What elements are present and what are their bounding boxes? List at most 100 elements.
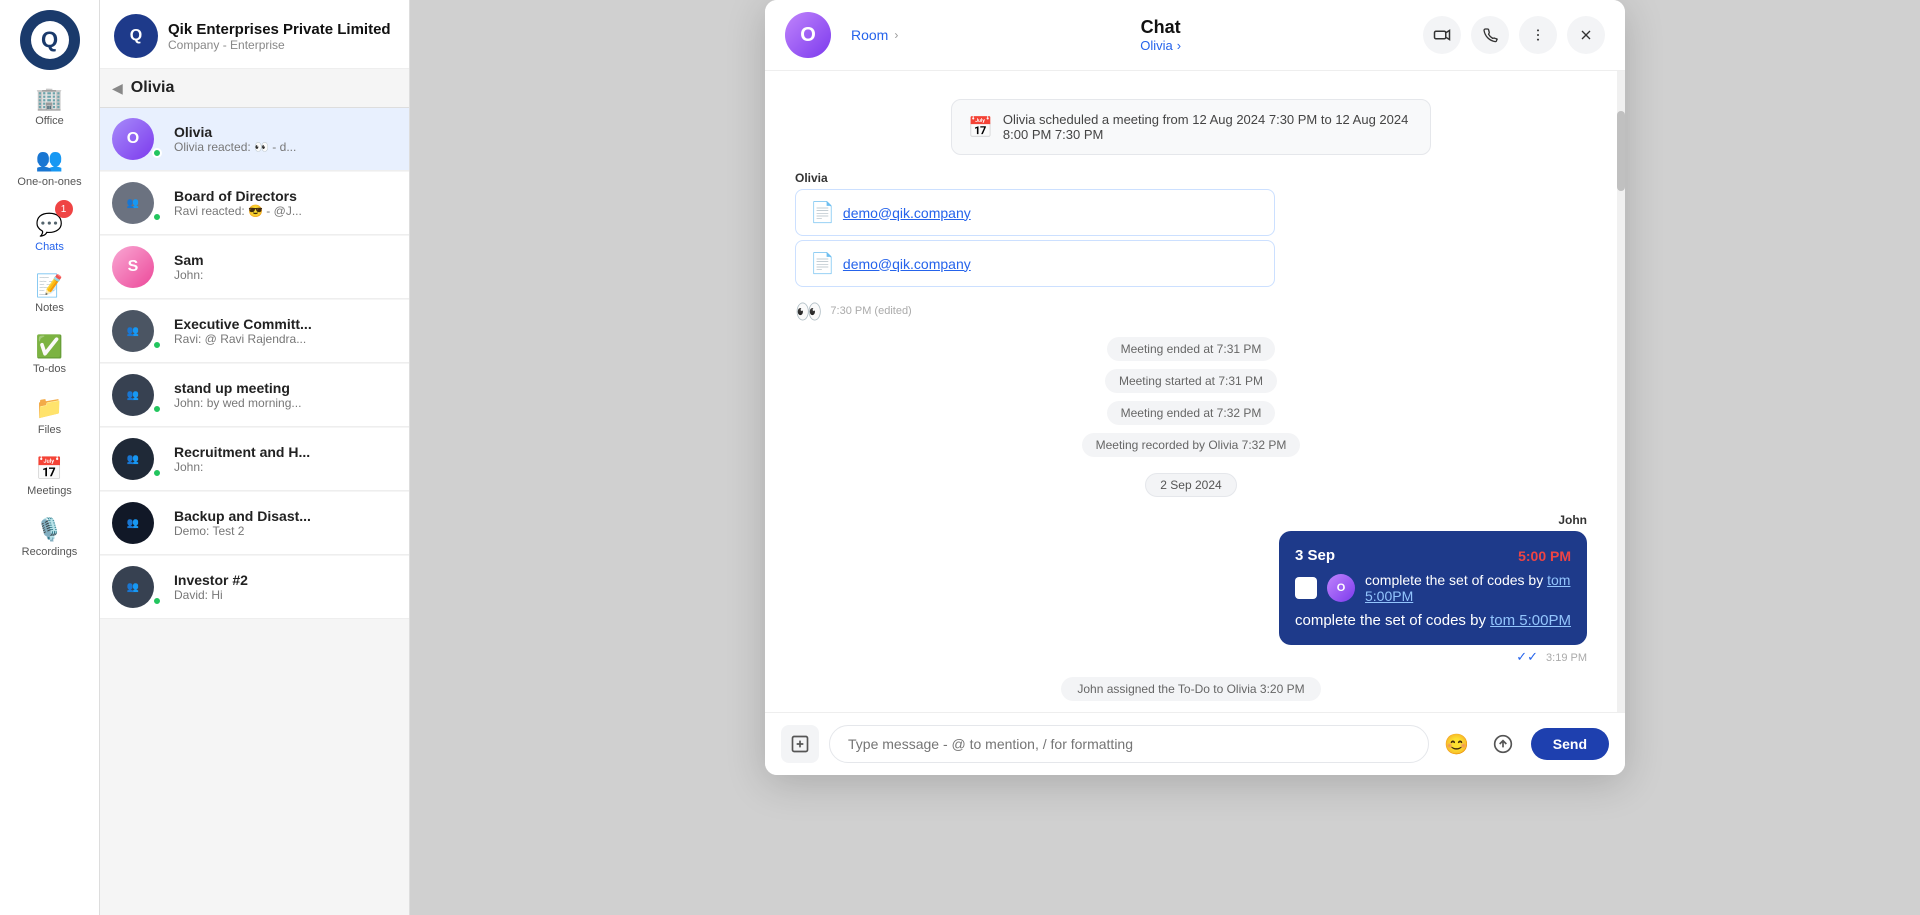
chat-subtitle[interactable]: Olivia › bbox=[1140, 38, 1181, 53]
avatar-standup: 👥 bbox=[112, 374, 154, 416]
todo-item-text: complete the set of codes by tom 5:00PM bbox=[1365, 572, 1570, 604]
contact-info-sam: Sam John: bbox=[174, 252, 397, 282]
contact-preview: Olivia reacted: 👀 - d... bbox=[174, 140, 374, 154]
system-text: Meeting started at 7:31 PM bbox=[1105, 369, 1277, 393]
contact-info-recruit: Recruitment and H... John: bbox=[174, 444, 397, 474]
date-separator: 2 Sep 2024 bbox=[795, 473, 1587, 497]
file-name-1: demo@qik.company bbox=[843, 205, 971, 221]
contact-name: Investor #2 bbox=[174, 572, 397, 588]
contact-item-recruit[interactable]: 👥 Recruitment and H... John: bbox=[100, 428, 409, 491]
contact-item-olivia[interactable]: O Olivia Olivia reacted: 👀 - d... bbox=[100, 108, 409, 171]
todo-card: 3 Sep 5:00 PM O complete the set of code… bbox=[1279, 531, 1587, 645]
msg-time-john: 3:19 PM bbox=[1546, 652, 1587, 664]
todo-checkbox[interactable] bbox=[1295, 577, 1317, 599]
system-text: Meeting ended at 7:32 PM bbox=[1107, 401, 1276, 425]
avatar-investor: 👥 bbox=[112, 566, 154, 608]
todo-date: 3 Sep bbox=[1295, 547, 1335, 564]
sidebar-item-todos[interactable]: ✅ To-dos bbox=[0, 324, 99, 385]
chat-footer: 😊 Send bbox=[765, 712, 1625, 775]
notes-icon: 📝 bbox=[36, 273, 63, 299]
attach-button[interactable] bbox=[781, 725, 819, 763]
sidebar-item-office[interactable]: 🏢 Office bbox=[0, 76, 99, 137]
contact-name: Recruitment and H... bbox=[174, 444, 397, 460]
scheduled-card: 📅 Olivia scheduled a meeting from 12 Aug… bbox=[951, 99, 1431, 155]
video-call-button[interactable] bbox=[1423, 16, 1461, 54]
files-icon: 📁 bbox=[36, 395, 63, 421]
office-icon: 🏢 bbox=[36, 86, 63, 112]
close-button[interactable] bbox=[1567, 16, 1605, 54]
company-logo[interactable]: Q bbox=[20, 10, 80, 70]
breadcrumb[interactable]: Room › bbox=[851, 27, 898, 43]
meeting-ended-1: Meeting ended at 7:31 PM bbox=[795, 337, 1587, 361]
online-indicator bbox=[152, 212, 162, 222]
company-avatar: Q bbox=[114, 14, 158, 58]
chat-scrollbar[interactable] bbox=[1617, 71, 1625, 712]
upload-button[interactable] bbox=[1485, 726, 1521, 762]
todo-body-link[interactable]: tom 5:00PM bbox=[1490, 612, 1571, 629]
file-attachment-1[interactable]: 📄 demo@qik.company bbox=[795, 189, 1275, 236]
contact-item-standup[interactable]: 👥 stand up meeting John: by wed morning.… bbox=[100, 364, 409, 427]
send-button[interactable]: Send bbox=[1531, 728, 1609, 760]
sidebar-item-notes[interactable]: 📝 Notes bbox=[0, 263, 99, 324]
contact-name: stand up meeting bbox=[174, 380, 397, 396]
message-input[interactable] bbox=[829, 725, 1429, 763]
audio-call-button[interactable] bbox=[1471, 16, 1509, 54]
todo-row: O complete the set of codes by tom 5:00P… bbox=[1295, 572, 1571, 604]
reaction-emoji: 👀 bbox=[795, 299, 822, 325]
assignment-notice: John assigned the To-Do to Olivia 3:20 P… bbox=[795, 677, 1587, 701]
avatar-sam: S bbox=[112, 246, 154, 288]
contact-preview: John: bbox=[174, 268, 374, 282]
sidebar-item-recordings[interactable]: 🎙️ Recordings bbox=[0, 507, 99, 568]
sidebar-item-chats[interactable]: 1 💬 Chats bbox=[0, 198, 99, 263]
file-icon-2: 📄 bbox=[810, 251, 835, 276]
sidebar-item-files[interactable]: 📁 Files bbox=[0, 385, 99, 446]
company-header: Q Qik Enterprises Private Limited Compan… bbox=[100, 0, 409, 69]
system-text: Meeting recorded by Olivia 7:32 PM bbox=[1082, 433, 1301, 457]
avatar-olivia: O bbox=[112, 118, 154, 160]
chats-badge: 1 bbox=[55, 200, 73, 218]
meeting-recorded: Meeting recorded by Olivia 7:32 PM bbox=[795, 433, 1587, 457]
avatar-exec: 👥 bbox=[112, 310, 154, 352]
contact-item-board[interactable]: 👥 Board of Directors Ravi reacted: 😎 - @… bbox=[100, 172, 409, 235]
one-on-ones-icon: 👥 bbox=[36, 147, 63, 173]
contact-preview: Ravi: @ Ravi Rajendra... bbox=[174, 332, 374, 346]
todos-icon: ✅ bbox=[36, 334, 63, 360]
todo-card-header: 3 Sep 5:00 PM bbox=[1295, 547, 1571, 564]
sidebar: Q 🏢 Office 👥 One-on-ones 1 💬 Chats 📝 Not… bbox=[0, 0, 100, 915]
contact-info-backup: Backup and Disast... Demo: Test 2 bbox=[174, 508, 397, 538]
file-name-2: demo@qik.company bbox=[843, 256, 971, 272]
chat-modal: O Room › Chat Olivia › bbox=[765, 0, 1625, 775]
contact-item-investor[interactable]: 👥 Investor #2 David: Hi bbox=[100, 556, 409, 619]
contact-item-backup[interactable]: 👥 Backup and Disast... Demo: Test 2 bbox=[100, 492, 409, 555]
msg-sender: Olivia bbox=[795, 171, 1587, 185]
scheduled-meeting-notice: 📅 Olivia scheduled a meeting from 12 Aug… bbox=[795, 99, 1587, 163]
collapse-button[interactable]: ◀ bbox=[112, 80, 123, 97]
contact-name: Board of Directors bbox=[174, 188, 397, 204]
company-name: Qik Enterprises Private Limited bbox=[168, 21, 391, 38]
todo-link-time[interactable]: 5:00PM bbox=[1365, 588, 1413, 604]
contact-info-standup: stand up meeting John: by wed morning... bbox=[174, 380, 397, 410]
contact-item-exec[interactable]: 👥 Executive Committ... Ravi: @ Ravi Raje… bbox=[100, 300, 409, 363]
chat-header: O Room › Chat Olivia › bbox=[765, 0, 1625, 71]
contact-item-sam[interactable]: S Sam John: bbox=[100, 236, 409, 299]
chat-header-avatar: O bbox=[785, 12, 831, 58]
file-attachment-2[interactable]: 📄 demo@qik.company bbox=[795, 240, 1275, 287]
meetings-icon: 📅 bbox=[36, 456, 63, 482]
main-area: O Room › Chat Olivia › bbox=[410, 0, 1920, 915]
sidebar-item-one-on-ones[interactable]: 👥 One-on-ones bbox=[0, 137, 99, 198]
online-indicator bbox=[152, 340, 162, 350]
chat-body: 📅 Olivia scheduled a meeting from 12 Aug… bbox=[765, 71, 1617, 712]
scheduled-text: Olivia scheduled a meeting from 12 Aug 2… bbox=[1003, 112, 1414, 142]
todo-link-tom[interactable]: tom bbox=[1547, 572, 1570, 588]
chat-title-group: Chat Olivia › bbox=[898, 17, 1423, 53]
emoji-button[interactable]: 😊 bbox=[1439, 726, 1475, 762]
assignment-text: John assigned the To-Do to Olivia 3:20 P… bbox=[1061, 677, 1320, 701]
todo-avatar: O bbox=[1327, 574, 1355, 602]
more-options-button[interactable] bbox=[1519, 16, 1557, 54]
avatar-backup: 👥 bbox=[112, 502, 154, 544]
contact-preview: John: bbox=[174, 460, 374, 474]
file-icon: 📄 bbox=[810, 200, 835, 225]
calendar-icon: 📅 bbox=[968, 115, 993, 140]
recordings-icon: 🎙️ bbox=[36, 517, 63, 543]
sidebar-item-meetings[interactable]: 📅 Meetings bbox=[0, 446, 99, 507]
